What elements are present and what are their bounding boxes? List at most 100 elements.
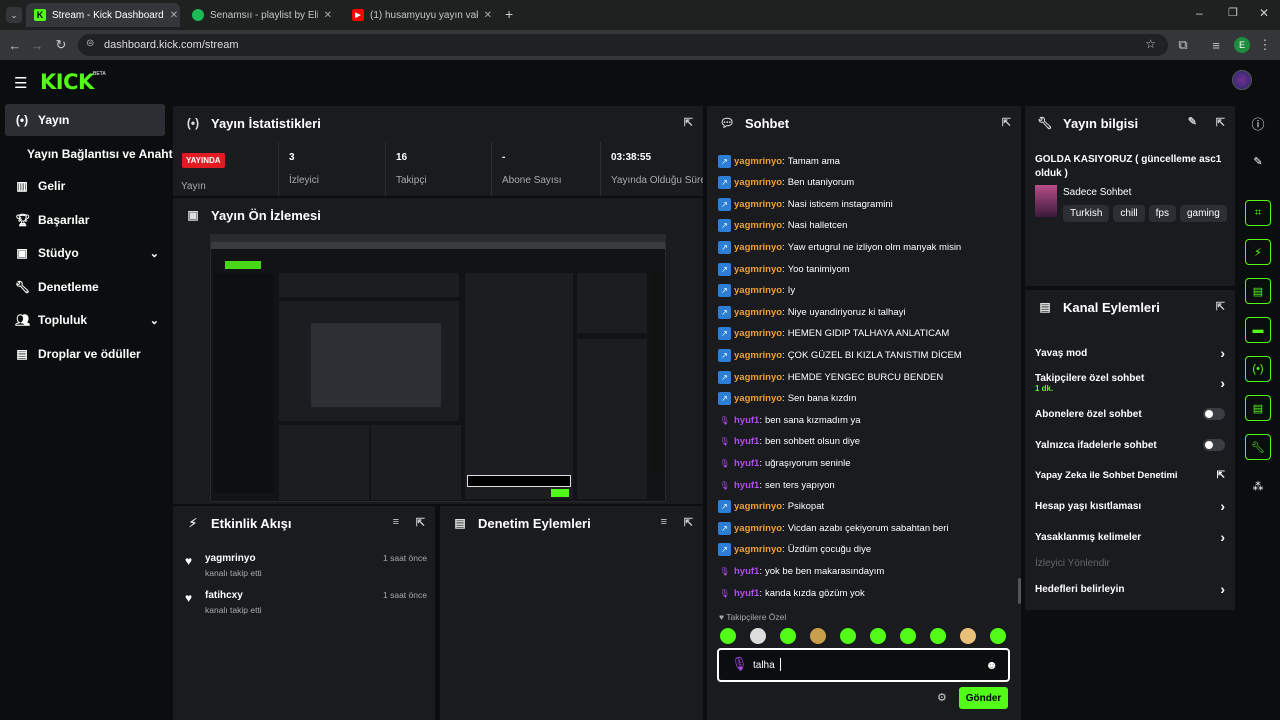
chat-username[interactable]: yagmrinyo (734, 156, 782, 167)
sidebar-item-stream-key[interactable]: Yayın Bağlantısı ve Anahtarı (5, 138, 187, 170)
sidebar-item-basarilar[interactable]: 🏆︎ Başarılar (5, 204, 165, 236)
emote-icon[interactable] (750, 628, 766, 644)
clip-icon[interactable]: ⌗ (1245, 200, 1271, 226)
chat-username[interactable]: yagmrinyo (734, 242, 782, 253)
chat-username[interactable]: hyuf1 (734, 588, 759, 599)
chat-username[interactable]: yagmrinyo (734, 220, 782, 231)
tag-pill[interactable]: Turkish (1063, 205, 1110, 222)
chat-username[interactable]: yagmrinyo (734, 328, 782, 339)
tag-pill[interactable]: gaming (1180, 205, 1227, 222)
chat-scrollbar[interactable] (1018, 578, 1021, 604)
browser-tab-spotify[interactable]: Senamsıı - playlist by Elif Aydo ✕ (184, 3, 340, 27)
info-icon[interactable]: ⓘ (1245, 110, 1271, 136)
sidebar-item-denetleme[interactable]: 🔧︎ Denetleme (5, 271, 165, 303)
tab-search-icon[interactable]: ⌄ (6, 7, 22, 23)
browser-tab-kick[interactable]: K Stream - Kick Dashboard ✕ (26, 3, 180, 27)
emote-icon[interactable] (990, 628, 1006, 644)
action-goals[interactable]: Hedefleri belirleyin › (1035, 574, 1225, 604)
action-followers-only[interactable]: Takipçilere özel sohbet 1 dk. › (1035, 368, 1225, 398)
action-ai-moderation[interactable]: Yapay Zeka ile Sohbet Denetimi ⇱ (1035, 460, 1225, 490)
lightning-icon[interactable]: ⚡︎ (1245, 239, 1271, 265)
chat-username[interactable]: hyuf1 (734, 566, 759, 577)
emote-icon[interactable] (720, 628, 736, 644)
kick-logo[interactable]: KICK (40, 70, 94, 94)
subscribers-only-toggle[interactable] (1203, 408, 1225, 420)
chat-input-box[interactable]: 🎙︎ talha ☻ (717, 648, 1010, 682)
extensions-icon[interactable]: ⧉ (1174, 36, 1192, 54)
emote-icon[interactable] (900, 628, 916, 644)
chat-username[interactable]: hyuf1 (734, 458, 759, 469)
sidebar-item-gelir[interactable]: ▥ Gelir (5, 170, 165, 202)
popout-icon[interactable]: ⇱ (1216, 116, 1225, 129)
popout-icon[interactable]: ⇱ (1216, 300, 1225, 313)
hamburger-menu-icon[interactable]: ☰ (14, 74, 27, 92)
wrench-icon[interactable]: 🔧︎ (1245, 434, 1271, 460)
tag-pill[interactable]: chill (1113, 205, 1145, 222)
more-menu-icon[interactable]: ⋮ (1256, 36, 1274, 54)
edit-pencil-icon[interactable]: ✎ (1245, 148, 1271, 174)
edit-pencil-icon[interactable]: ✎ (1188, 115, 1197, 128)
add-widget-icon[interactable]: ⁂ (1245, 473, 1271, 499)
emote-icon[interactable] (840, 628, 856, 644)
browser-tab-youtube[interactable]: ▶ (1) husamyuyu yayın vakti ✕ (344, 3, 500, 27)
tab-close-icon[interactable]: ✕ (164, 10, 178, 21)
popout-icon[interactable]: ⇱ (416, 516, 425, 529)
action-subscribers-only[interactable]: Abonelere özel sohbet (1035, 399, 1225, 429)
chat-username[interactable]: yagmrinyo (734, 501, 782, 512)
emote-icon[interactable] (960, 628, 976, 644)
filter-icon[interactable]: ≡ (393, 516, 399, 528)
maximize-button[interactable]: ❐ (1228, 6, 1238, 19)
popout-icon[interactable]: ⇱ (684, 516, 693, 529)
filter-icon[interactable]: ≡ (661, 516, 667, 528)
chat-username[interactable]: hyuf1 (734, 480, 759, 491)
sidebar-item-droplar[interactable]: ▤ Droplar ve ödüller (5, 338, 165, 370)
document-icon[interactable]: ▤ (1245, 278, 1271, 304)
chat-username[interactable]: yagmrinyo (734, 523, 782, 534)
chat-bubble-icon[interactable]: ▬ (1245, 317, 1271, 343)
chat-username[interactable]: hyuf1 (734, 436, 759, 447)
forward-arrow-icon[interactable]: → (28, 36, 46, 54)
emotes-only-toggle[interactable] (1203, 439, 1225, 451)
chat-username[interactable]: hyuf1 (734, 415, 759, 426)
send-button[interactable]: Gönder (959, 687, 1008, 709)
stream-preview-video[interactable] (210, 234, 666, 502)
chat-settings-icon[interactable]: ⚙ (937, 691, 947, 704)
chat-username[interactable]: yagmrinyo (734, 393, 782, 404)
emote-icon[interactable] (780, 628, 796, 644)
chat-username[interactable]: yagmrinyo (734, 285, 782, 296)
chat-username[interactable]: yagmrinyo (734, 372, 782, 383)
chat-username[interactable]: yagmrinyo (734, 177, 782, 188)
close-window-button[interactable]: ✕ (1259, 6, 1269, 20)
chat-username[interactable]: yagmrinyo (734, 544, 782, 555)
popout-icon[interactable]: ⇱ (684, 116, 693, 129)
category-name[interactable]: Sadece Sohbet (1063, 187, 1131, 198)
action-emotes-only[interactable]: Yalnızca ifadelerle sohbet (1035, 430, 1225, 460)
popout-icon[interactable]: ⇱ (1002, 116, 1011, 129)
minimize-button[interactable]: – (1196, 6, 1203, 20)
chat-username[interactable]: yagmrinyo (734, 307, 782, 318)
media-control-icon[interactable]: ≡ (1207, 36, 1225, 54)
address-bar[interactable]: ⊜ dashboard.kick.com/stream ☆ (78, 34, 1168, 56)
emoji-icon[interactable]: ☻ (985, 658, 998, 672)
back-arrow-icon[interactable]: ← (6, 36, 24, 54)
site-info-icon[interactable]: ⊜ (86, 38, 94, 49)
actions-icon[interactable]: ▤ (1245, 395, 1271, 421)
tag-pill[interactable]: fps (1148, 205, 1176, 222)
action-slow-mode[interactable]: Yavaş mod › (1035, 338, 1225, 368)
emote-icon[interactable] (870, 628, 886, 644)
profile-avatar[interactable]: E (1234, 37, 1250, 53)
bookmark-star-icon[interactable]: ☆ (1145, 37, 1156, 51)
reload-icon[interactable]: ↻ (52, 36, 70, 54)
new-tab-button[interactable]: + (505, 6, 513, 22)
chat-username[interactable]: yagmrinyo (734, 199, 782, 210)
sidebar-item-yayin[interactable]: (•) Yayın (5, 104, 165, 136)
user-avatar[interactable] (1232, 70, 1252, 90)
chat-input[interactable]: talha (753, 660, 775, 671)
chat-username[interactable]: yagmrinyo (734, 264, 782, 275)
sidebar-item-topluluk[interactable]: 👥︎ Topluluk ⌄ (5, 304, 165, 336)
emote-icon[interactable] (810, 628, 826, 644)
sidebar-item-studyo[interactable]: ▣ Stüdyo ⌄ (5, 237, 165, 269)
tab-close-icon[interactable]: ✕ (478, 10, 492, 21)
broadcast-icon[interactable]: (•) (1245, 356, 1271, 382)
action-account-age[interactable]: Hesap yaşı kısıtlaması › (1035, 491, 1225, 521)
